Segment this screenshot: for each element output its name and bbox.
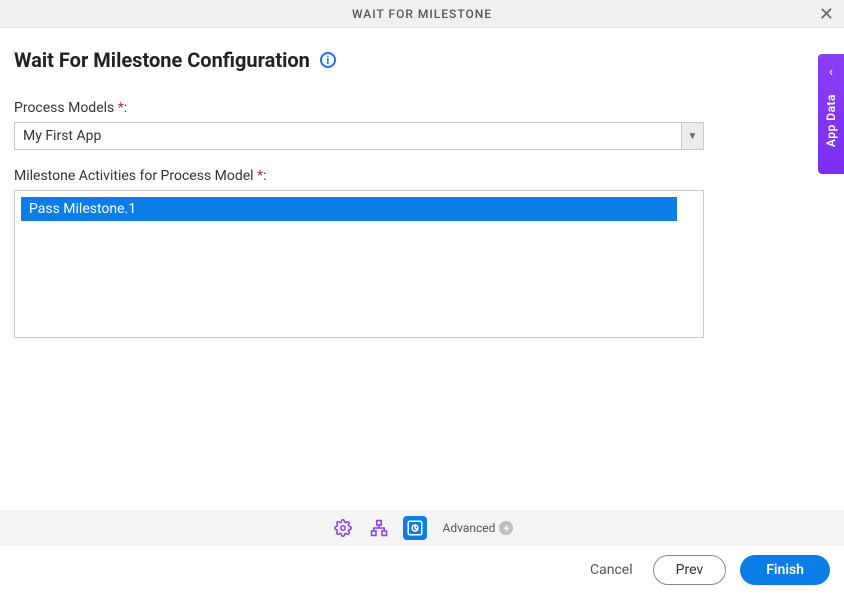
close-icon[interactable]: ✕ [819, 4, 834, 25]
milestone-activities-listbox[interactable]: Pass Milestone.1 [14, 190, 704, 338]
header-bar: WAIT FOR MILESTONE ✕ [0, 0, 844, 28]
content-area: Wait For Milestone Configuration i Proce… [0, 28, 844, 338]
bottom-toolbar: Advanced + [0, 510, 844, 546]
chevron-down-icon[interactable]: ▼ [681, 123, 703, 149]
milestone-activities-label-text: Milestone Activities for Process Model [14, 168, 254, 184]
finish-button[interactable]: Finish [740, 555, 830, 585]
plus-icon: + [499, 521, 513, 535]
colon: : [263, 168, 266, 184]
gear-icon[interactable] [331, 516, 355, 540]
colon: : [124, 100, 127, 116]
process-models-label-text: Process Models [14, 100, 114, 116]
prev-button[interactable]: Prev [653, 555, 727, 585]
app-data-tab[interactable]: ‹ App Data [818, 54, 844, 174]
page-title: Wait For Milestone Configuration [14, 48, 310, 72]
cancel-button[interactable]: Cancel [584, 556, 639, 584]
info-icon[interactable]: i [320, 52, 336, 68]
advanced-label-text: Advanced [443, 521, 496, 535]
chevron-left-icon: ‹ [829, 64, 833, 80]
hierarchy-icon[interactable] [367, 516, 391, 540]
advanced-button[interactable]: Advanced + [443, 521, 514, 535]
process-models-dropdown[interactable]: My First App ▼ [14, 122, 704, 150]
app-data-label: App Data [824, 94, 838, 147]
process-models-value: My First App [15, 123, 681, 149]
footer: Cancel Prev Finish [0, 546, 844, 594]
milestone-icon[interactable] [403, 516, 427, 540]
header-title: WAIT FOR MILESTONE [352, 7, 492, 21]
process-models-label: Process Models *: [14, 100, 830, 116]
milestone-activities-label: Milestone Activities for Process Model *… [14, 168, 830, 184]
page-title-row: Wait For Milestone Configuration i [14, 48, 336, 72]
list-item[interactable]: Pass Milestone.1 [21, 197, 677, 221]
